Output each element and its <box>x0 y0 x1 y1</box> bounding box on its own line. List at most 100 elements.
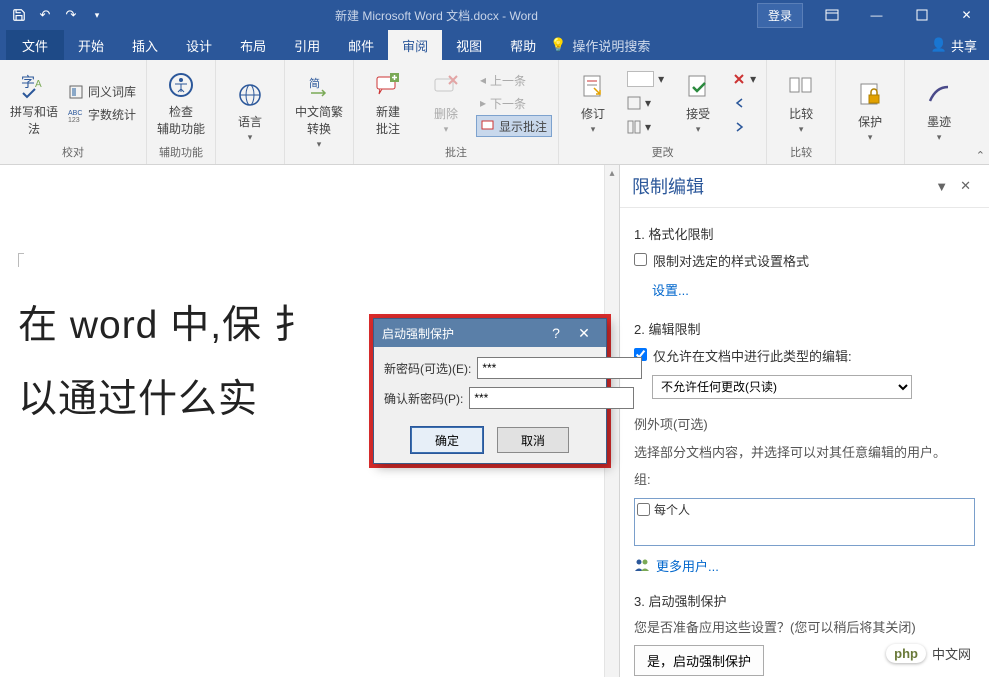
users-icon <box>634 558 650 572</box>
start-enforcement-button[interactable]: 是，启动强制保护 <box>634 645 764 676</box>
new-password-label: 新密码(可选)(E): <box>384 360 471 377</box>
minimize-icon[interactable]: — <box>854 0 899 30</box>
redo-icon[interactable]: ↷ <box>60 4 82 26</box>
group-compare-label: 比较 <box>773 142 829 164</box>
thesaurus-label: 同义词库 <box>88 83 136 100</box>
wordcount-button[interactable]: ABC123 字数统计 <box>64 104 140 126</box>
prev-comment-button[interactable]: ◂ 上一条 <box>476 69 552 91</box>
confirm-password-label: 确认新密码(P): <box>384 390 463 407</box>
new-password-input[interactable] <box>477 357 642 379</box>
tracking-pane-dropdown[interactable]: ▾ <box>623 116 668 138</box>
lightbulb-icon: 💡 <box>550 37 566 53</box>
spelling-button[interactable]: 字A 拼写和语法 <box>6 67 62 139</box>
tell-me-search[interactable]: 💡 操作说明搜索 <box>550 30 650 60</box>
edit-restrict-select[interactable]: 不允许任何更改(只读) <box>652 375 912 399</box>
group-everyone-checkbox[interactable] <box>637 503 650 516</box>
chinese-convert-icon: 简 <box>303 73 335 101</box>
next-change-button[interactable] <box>728 116 760 138</box>
share-button[interactable]: 👤 共享 <box>931 36 977 55</box>
watermark-badge: php <box>886 644 926 663</box>
edit-restrict-label: 仅允许在文档中进行此类型的编辑: <box>653 346 852 365</box>
login-button[interactable]: 登录 <box>757 3 803 28</box>
chevron-down-icon: ▾ <box>248 132 253 143</box>
pane-dropdown-icon[interactable]: ▼ <box>929 179 954 194</box>
tracking-markup-dropdown[interactable]: ▾ <box>623 92 668 114</box>
tab-references[interactable]: 引用 <box>280 30 334 60</box>
chevron-down-icon: ▾ <box>591 124 596 135</box>
restrict-editing-pane: 限制编辑 ▼ ✕ 1. 格式化限制 限制对选定的样式设置格式 设置... 2. … <box>619 165 989 677</box>
accept-label: 接受 <box>686 105 710 122</box>
tab-help[interactable]: 帮助 <box>496 30 550 60</box>
tab-design[interactable]: 设计 <box>172 30 226 60</box>
thesaurus-button[interactable]: 同义词库 <box>64 81 140 103</box>
tab-review[interactable]: 审阅 <box>388 30 442 60</box>
spelling-icon: 字A <box>18 69 50 101</box>
tracking-label: 修订 <box>581 105 605 122</box>
next-comment-button[interactable]: ▸ 下一条 <box>476 92 552 114</box>
collapse-ribbon-icon[interactable]: ⌃ <box>976 149 985 162</box>
maximize-icon[interactable] <box>899 0 944 30</box>
format-restrict-checkbox[interactable] <box>634 253 647 266</box>
delete-comment-label: 删除 <box>434 105 458 122</box>
exceptions-text: 选择部分文档内容，并选择可以对其任意编辑的用户。 <box>634 443 975 463</box>
show-comments-label: 显示批注 <box>499 118 547 135</box>
new-comment-icon <box>372 69 404 101</box>
tell-me-label: 操作说明搜索 <box>572 36 650 55</box>
wordcount-label: 字数统计 <box>88 106 136 123</box>
accessibility-label: 检查 辅助功能 <box>157 103 205 137</box>
section-1-title: 1. 格式化限制 <box>634 224 975 243</box>
confirm-password-input[interactable] <box>469 387 634 409</box>
show-comments-icon <box>481 119 495 133</box>
chinese-convert-button[interactable]: 简 中文简繁 转换 ▾ <box>291 75 347 147</box>
watermark-text: 中文网 <box>932 644 971 663</box>
chevron-down-icon: ▾ <box>799 124 804 135</box>
section-3-title: 3. 启动强制保护 <box>634 591 975 610</box>
tracking-display-dropdown[interactable]: ▾ <box>623 68 668 90</box>
prev-comment-icon: ◂ <box>480 73 486 87</box>
ribbon-tabs: 文件 开始 插入 设计 布局 引用 邮件 审阅 视图 帮助 💡 操作说明搜索 👤… <box>0 30 989 60</box>
ink-button[interactable]: 墨迹 ▾ <box>911 75 967 147</box>
accept-button[interactable]: 接受 ▾ <box>670 67 726 139</box>
save-icon[interactable] <box>8 4 30 26</box>
tab-home[interactable]: 开始 <box>64 30 118 60</box>
thesaurus-icon <box>68 84 84 100</box>
wordcount-icon: ABC123 <box>68 107 84 123</box>
tab-mailings[interactable]: 邮件 <box>334 30 388 60</box>
close-icon[interactable]: ✕ <box>944 0 989 30</box>
undo-icon[interactable]: ↶ <box>34 4 56 26</box>
compare-label: 比较 <box>789 105 813 122</box>
scroll-up-icon[interactable]: ▴ <box>605 165 619 181</box>
dialog-close-icon[interactable]: ✕ <box>570 325 598 342</box>
ribbon-options-icon[interactable] <box>809 0 854 30</box>
tracking-icon <box>577 71 609 103</box>
share-icon: 👤 <box>931 37 947 53</box>
tab-file[interactable]: 文件 <box>6 30 64 60</box>
pane-close-icon[interactable]: ✕ <box>954 178 977 194</box>
more-users-link[interactable]: 更多用户... <box>634 556 975 575</box>
language-button[interactable]: 语言 ▾ <box>222 75 278 147</box>
prev-change-button[interactable] <box>728 92 760 114</box>
tab-insert[interactable]: 插入 <box>118 30 172 60</box>
new-comment-button[interactable]: 新建 批注 <box>360 67 416 139</box>
tab-layout[interactable]: 布局 <box>226 30 280 60</box>
qat-dropdown-icon[interactable]: ▾ <box>86 4 108 26</box>
dialog-help-icon[interactable]: ? <box>542 325 570 341</box>
group-listbox[interactable]: 每个人 <box>634 498 975 546</box>
accessibility-button[interactable]: 检查 辅助功能 <box>153 67 209 139</box>
chevron-down-icon: ▾ <box>937 132 942 143</box>
page-corner <box>18 253 24 267</box>
section-2-title: 2. 编辑限制 <box>634 319 975 338</box>
ok-button[interactable]: 确定 <box>411 427 483 453</box>
reject-button[interactable]: ▾ <box>728 68 760 90</box>
show-comments-button[interactable]: 显示批注 <box>476 115 552 137</box>
pane-title: 限制编辑 <box>632 173 929 199</box>
tab-view[interactable]: 视图 <box>442 30 496 60</box>
accessibility-icon <box>165 69 197 101</box>
format-settings-link[interactable]: 设置... <box>652 280 689 299</box>
tracking-button[interactable]: 修订 ▾ <box>565 67 621 139</box>
protect-button[interactable]: 保护 ▾ <box>842 75 898 147</box>
cancel-button[interactable]: 取消 <box>497 427 569 453</box>
compare-button[interactable]: 比较 ▾ <box>773 67 829 139</box>
group-label: 组: <box>634 470 975 490</box>
chinese-convert-label: 中文简繁 转换 <box>295 103 343 137</box>
